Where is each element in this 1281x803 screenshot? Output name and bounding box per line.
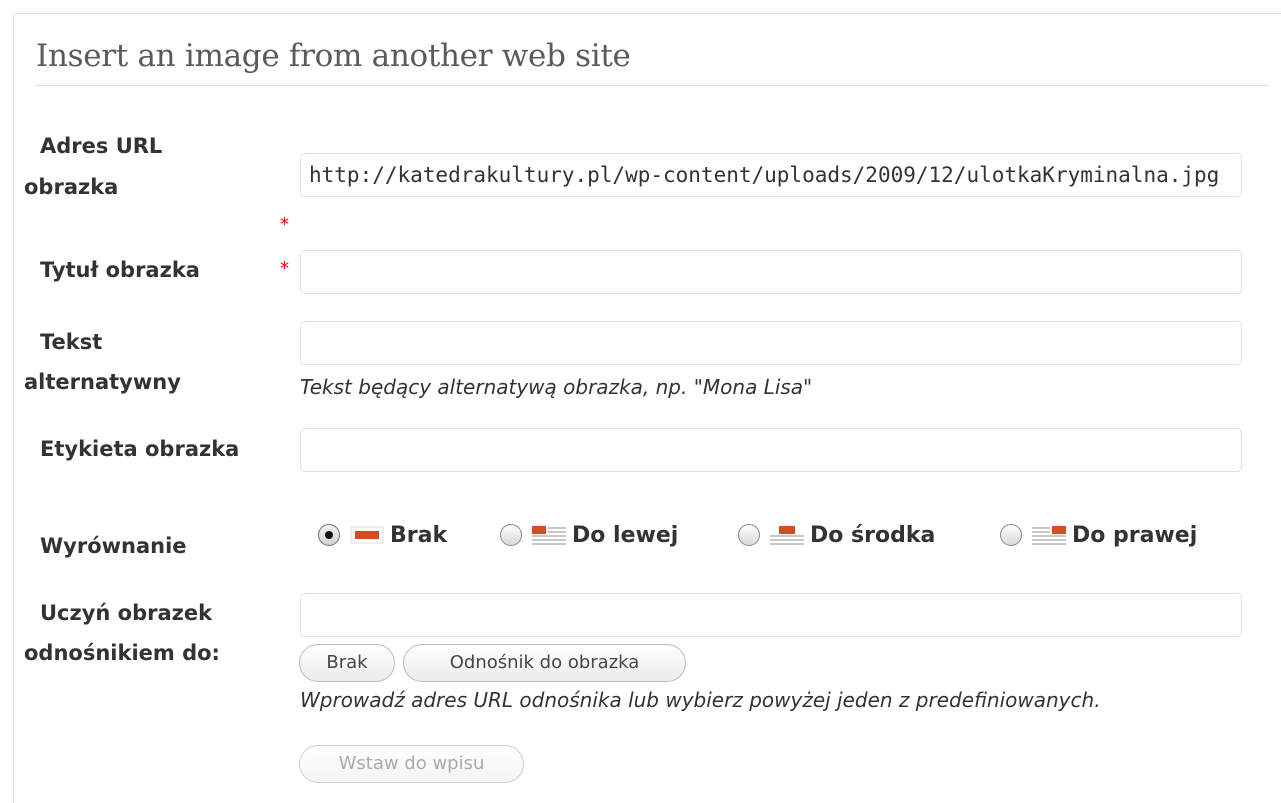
- link-to-image-button[interactable]: Odnośnik do obrazka: [403, 644, 686, 682]
- insert-into-post-button[interactable]: Wstaw do wpisu: [299, 745, 524, 783]
- title-label: Tytuł obrazka: [40, 258, 200, 282]
- align-left-radio[interactable]: [500, 524, 522, 546]
- url-input-value: http://katedrakultury.pl/wp-content/uplo…: [309, 163, 1220, 187]
- alignment-label: Wyrównanie: [40, 534, 187, 558]
- alt-text-input[interactable]: [300, 321, 1242, 365]
- alt-label-line1: Tekst: [40, 330, 103, 354]
- align-left-icon: [532, 526, 566, 545]
- align-none-label: Brak: [390, 522, 448, 548]
- link-label-line1: Uczyń obrazek: [40, 601, 213, 625]
- align-option-none[interactable]: Brak: [318, 515, 447, 555]
- title-required-mark: *: [280, 258, 289, 279]
- align-option-left[interactable]: Do lewej: [500, 515, 678, 555]
- align-option-right[interactable]: Do prawej: [1000, 515, 1197, 555]
- url-label-line2: obrazka: [24, 175, 119, 199]
- align-right-label: Do prawej: [1072, 522, 1198, 548]
- link-label-line2: odnośnikiem do:: [24, 641, 220, 665]
- align-right-icon: [1032, 526, 1066, 545]
- title-input[interactable]: [300, 250, 1242, 294]
- align-center-label: Do środka: [810, 522, 936, 548]
- link-hint: Wprowadź adres URL odnośnika lub wybierz…: [300, 688, 1101, 712]
- align-option-center[interactable]: Do środka: [738, 515, 935, 555]
- url-input[interactable]: http://katedrakultury.pl/wp-content/uplo…: [300, 153, 1242, 197]
- align-center-icon: [770, 526, 804, 545]
- url-label-line1: Adres URL: [40, 134, 163, 158]
- align-right-radio[interactable]: [1000, 524, 1022, 546]
- dialog-title: Insert an image from another web site: [36, 38, 631, 74]
- alt-text-hint: Tekst będący alternatywą obrazka, np. "M…: [300, 375, 813, 399]
- link-url-input[interactable]: [300, 593, 1242, 637]
- align-left-label: Do lewej: [572, 522, 679, 548]
- caption-label: Etykieta obrazka: [40, 437, 240, 461]
- link-none-button[interactable]: Brak: [299, 644, 395, 682]
- caption-input[interactable]: [300, 428, 1242, 472]
- url-required-mark: *: [280, 214, 289, 235]
- insert-image-panel: [13, 13, 1281, 803]
- align-none-icon: [350, 526, 384, 544]
- alt-label-line2: alternatywny: [24, 370, 181, 394]
- align-none-radio[interactable]: [318, 524, 340, 546]
- title-divider: [36, 85, 1268, 86]
- align-center-radio[interactable]: [738, 524, 760, 546]
